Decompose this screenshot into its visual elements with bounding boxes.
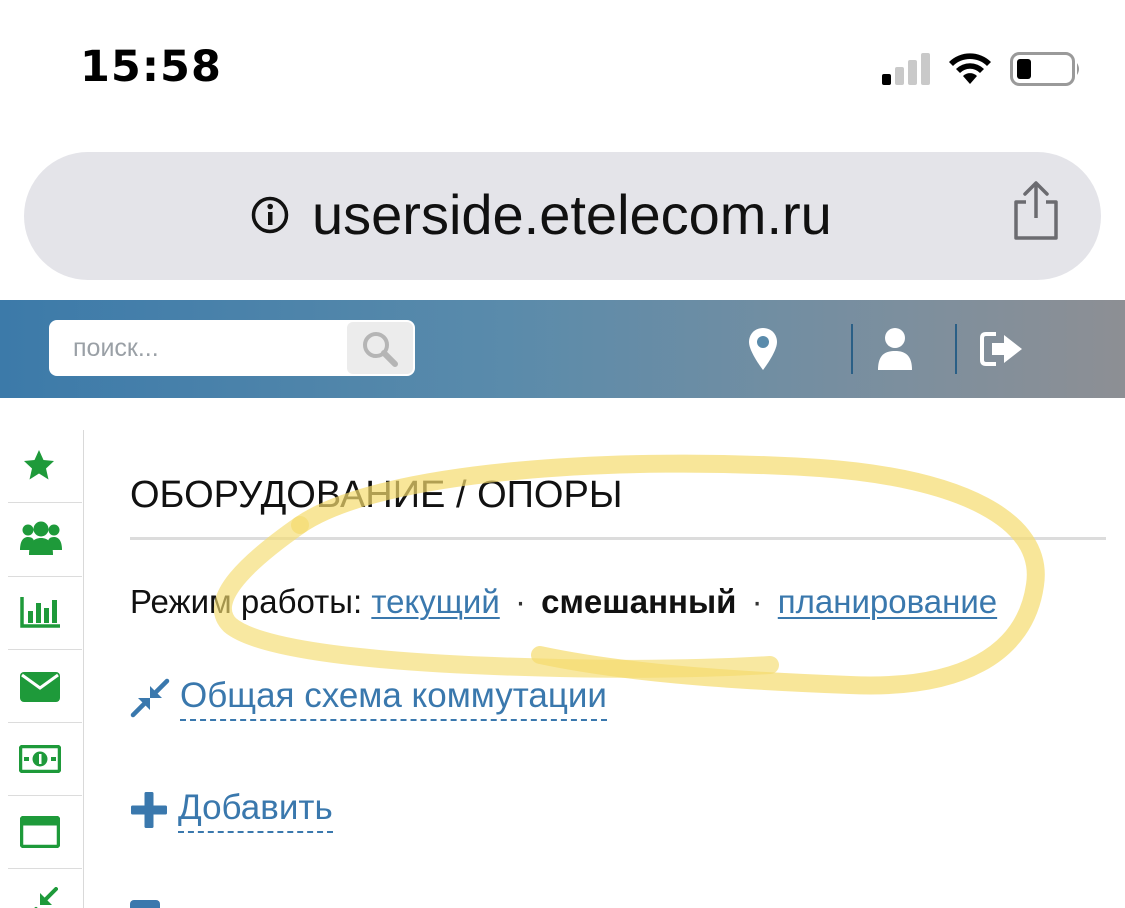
users-icon [20, 521, 62, 555]
work-mode-label: Режим работы: [130, 583, 363, 620]
battery-icon [1010, 52, 1079, 86]
commutation-scheme-action[interactable]: Общая схема коммутации [130, 676, 607, 721]
sidebar [0, 430, 84, 908]
status-bar: 15:58 [0, 0, 1125, 130]
mode-planning-link[interactable]: планирование [778, 583, 997, 620]
map-pin-icon[interactable] [747, 326, 779, 372]
compress-arrows-icon [130, 678, 170, 717]
search-input[interactable] [49, 320, 347, 376]
sidebar-item-favorites[interactable] [8, 430, 82, 503]
commutation-scheme-link[interactable]: Общая схема коммутации [180, 676, 607, 721]
search-icon [363, 332, 398, 367]
wifi-icon [949, 53, 991, 84]
page-title: ОБОРУДОВАНИЕ / ОПОРЫ [130, 474, 623, 516]
envelope-icon [20, 672, 60, 702]
star-icon [24, 450, 54, 480]
logout-icon[interactable] [980, 326, 1024, 372]
mode-mixed-active: смешанный [541, 583, 737, 620]
header-separator [955, 324, 957, 374]
search-button[interactable] [347, 322, 413, 374]
browser-url[interactable]: userside.etelecom.ru [312, 182, 832, 247]
bar-chart-icon [20, 597, 60, 628]
share-icon[interactable] [1010, 180, 1062, 242]
mode-separator: · [751, 583, 763, 620]
mode-current-link[interactable]: текущий [371, 583, 499, 620]
plus-icon [131, 791, 167, 828]
search-box [49, 320, 415, 376]
title-divider [130, 537, 1106, 540]
add-link[interactable]: Добавить [178, 788, 333, 833]
cellular-signal-icon [882, 53, 930, 85]
user-icon[interactable] [876, 326, 914, 372]
add-action[interactable]: Добавить [130, 788, 333, 833]
sidebar-item-finance[interactable] [8, 723, 82, 796]
header-separator [851, 324, 853, 374]
status-time: 15:58 [80, 42, 222, 92]
sidebar-item-messages[interactable] [8, 650, 82, 723]
info-icon[interactable] [250, 195, 290, 235]
next-row-cutoff [130, 900, 960, 908]
money-icon [19, 745, 61, 773]
sidebar-item-reports[interactable] [8, 577, 82, 650]
sidebar-item-customers[interactable] [8, 504, 82, 577]
mode-separator: · [514, 583, 526, 620]
sidebar-item-windows[interactable] [8, 796, 82, 869]
sidebar-item-commutation[interactable] [8, 869, 82, 908]
work-mode-row: Режим работы: текущий · смешанный · план… [130, 583, 997, 621]
highlighter-annotation [214, 454, 1045, 695]
compress-arrows-icon [34, 887, 58, 908]
window-icon [20, 816, 60, 848]
